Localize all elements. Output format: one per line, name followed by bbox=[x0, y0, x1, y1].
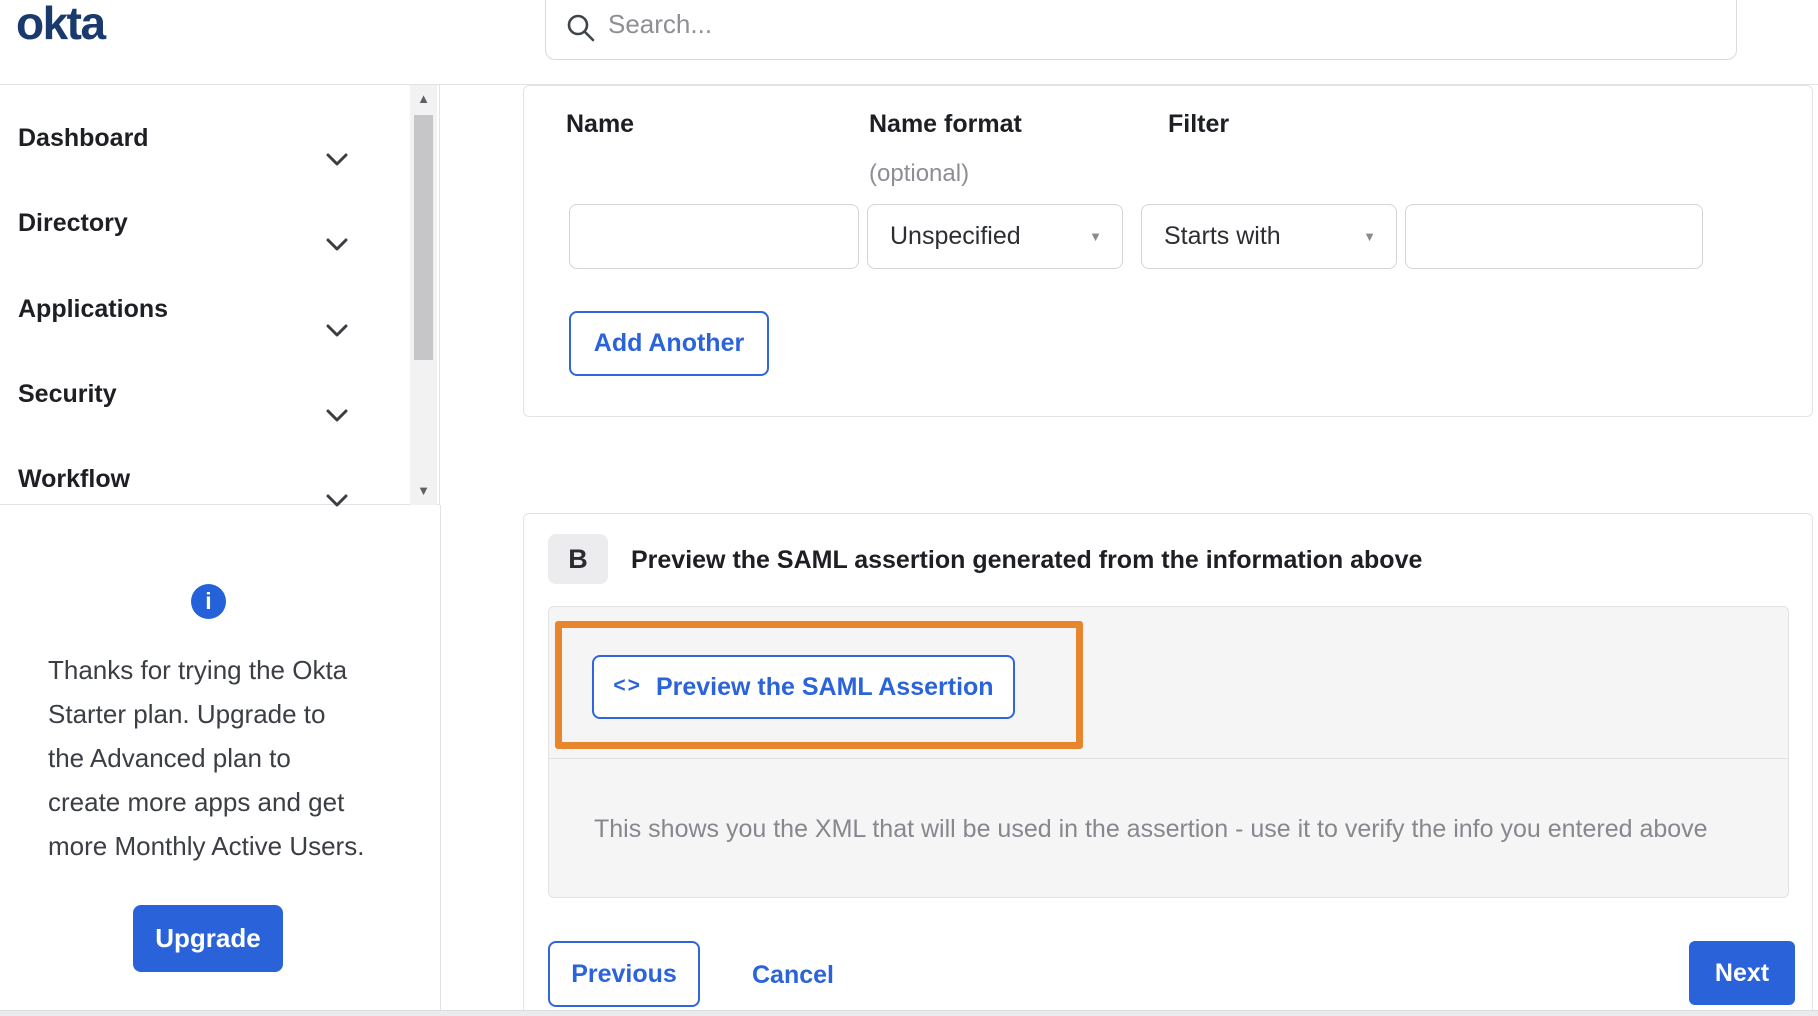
upsell-line: more Monthly Active Users. bbox=[48, 831, 365, 861]
scrollbar-thumb[interactable] bbox=[414, 115, 433, 360]
upgrade-button[interactable]: Upgrade bbox=[133, 905, 283, 972]
sidebar-item-label: Security bbox=[18, 380, 117, 408]
filter-value-input[interactable] bbox=[1405, 204, 1703, 269]
upsell-line: Thanks for trying the Okta bbox=[48, 655, 348, 685]
name-format-column-label: Name format bbox=[869, 110, 1022, 138]
sidebar-item-label: Applications bbox=[18, 295, 169, 323]
optional-sublabel: (optional) bbox=[869, 160, 970, 187]
sidebar-scrollbar[interactable]: ▲ ▼ bbox=[410, 85, 437, 505]
add-another-button[interactable]: Add Another bbox=[569, 311, 769, 376]
info-icon: i bbox=[191, 584, 226, 619]
sidebar-item-label: Directory bbox=[18, 209, 128, 237]
previous-button[interactable]: Previous bbox=[548, 941, 700, 1007]
sidebar-item-workflow[interactable]: Workflow bbox=[0, 453, 400, 507]
filter-type-selected-value: Starts with bbox=[1164, 222, 1281, 250]
upsell-line: create more apps and get bbox=[48, 787, 345, 817]
okta-logo: okta bbox=[16, 0, 106, 49]
next-button[interactable]: Next bbox=[1689, 941, 1795, 1005]
attribute-name-input[interactable] bbox=[569, 204, 859, 269]
search-icon bbox=[567, 14, 595, 42]
preview-box-header: <> Preview the SAML Assertion bbox=[549, 607, 1788, 759]
assertion-preview-box: <> Preview the SAML Assertion This shows… bbox=[548, 606, 1789, 898]
hint-text: This shows you the XML that will be used… bbox=[594, 814, 1708, 843]
attribute-statements-card: Name Name format (optional) Filter Unspe… bbox=[523, 85, 1813, 417]
name-column-label: Name bbox=[566, 110, 635, 138]
top-header: okta bbox=[0, 0, 1818, 85]
upsell-line: the Advanced plan to bbox=[48, 743, 291, 773]
search-input[interactable] bbox=[606, 1, 1606, 47]
name-format-select[interactable]: Unspecified ▼ bbox=[867, 204, 1123, 269]
cancel-link[interactable]: Cancel bbox=[746, 941, 840, 1007]
sidebar-item-label: Dashboard bbox=[18, 124, 149, 152]
scroll-up-icon[interactable]: ▲ bbox=[410, 87, 437, 111]
preview-button-label: Preview the SAML Assertion bbox=[655, 672, 994, 701]
preview-assertion-card: B Preview the SAML assertion generated f… bbox=[523, 513, 1813, 1016]
sidebar-item-security[interactable]: Security bbox=[0, 368, 400, 422]
filter-type-select[interactable]: Starts with ▼ bbox=[1141, 204, 1397, 269]
chevron-down-icon bbox=[326, 473, 348, 525]
sidebar-item-directory[interactable]: Directory bbox=[0, 197, 400, 251]
global-search[interactable] bbox=[545, 0, 1737, 60]
chevron-down-icon bbox=[326, 388, 348, 440]
sidebar-item-applications[interactable]: Applications bbox=[0, 283, 400, 337]
code-icon: <> bbox=[613, 674, 642, 697]
chevron-down-icon bbox=[326, 303, 348, 355]
window-bottom-edge bbox=[0, 1010, 1818, 1016]
caret-down-icon: ▼ bbox=[1363, 229, 1376, 244]
filter-column-label: Filter bbox=[1168, 110, 1230, 138]
name-format-selected-value: Unspecified bbox=[890, 222, 1021, 250]
sidebar-item-label: Workflow bbox=[18, 465, 131, 493]
scroll-down-icon[interactable]: ▼ bbox=[410, 479, 437, 503]
upsell-line: Starter plan. Upgrade to bbox=[48, 699, 326, 729]
section-heading: Preview the SAML assertion generated fro… bbox=[631, 546, 1423, 574]
preview-saml-assertion-button[interactable]: <> Preview the SAML Assertion bbox=[592, 655, 1015, 719]
chevron-down-icon bbox=[326, 132, 348, 184]
okta-admin-app: okta Dashboard Directory Applications Se… bbox=[0, 0, 1818, 1016]
section-badge: B bbox=[548, 534, 608, 584]
chevron-down-icon bbox=[326, 217, 348, 269]
caret-down-icon: ▼ bbox=[1089, 229, 1102, 244]
sidebar-nav: Dashboard Directory Applications Securit… bbox=[0, 85, 440, 507]
upsell-message: Thanks for trying the Okta Starter plan.… bbox=[48, 648, 364, 868]
sidebar-item-dashboard[interactable]: Dashboard bbox=[0, 112, 400, 166]
sidebar-right-border bbox=[440, 505, 441, 1012]
